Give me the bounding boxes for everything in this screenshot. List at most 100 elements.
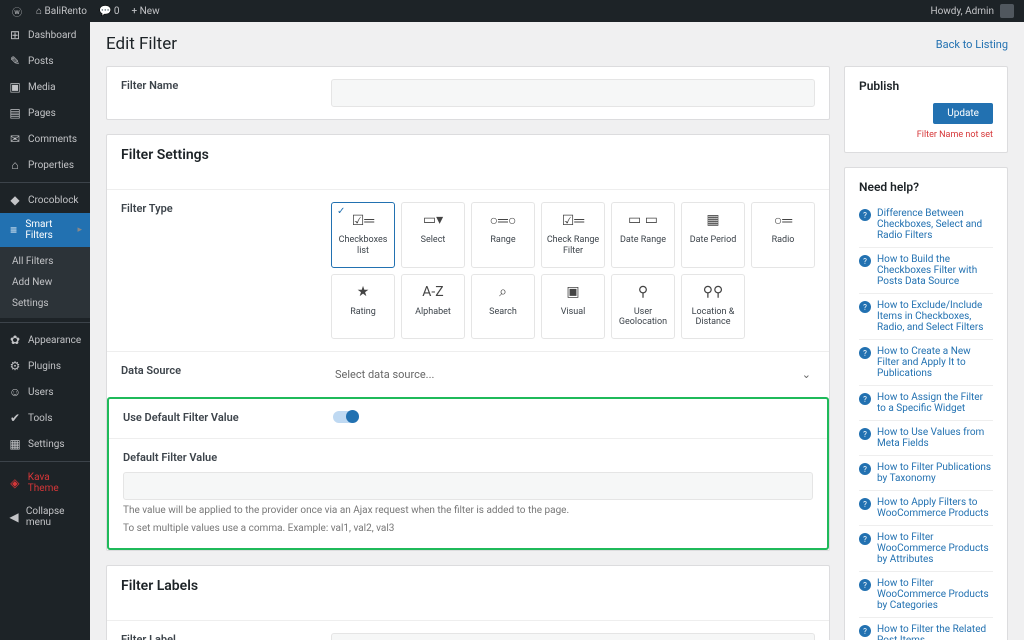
back-to-listing-link[interactable]: Back to Listing [936, 38, 1008, 51]
filter-type-visual[interactable]: ▣Visual [541, 274, 605, 340]
publish-panel: Publish Update Filter Name not set [844, 66, 1008, 153]
filter-labels-panel: Filter Labels Filter Label Active Filter… [106, 565, 830, 640]
menu-icon: ✎ [8, 54, 22, 68]
data-source-label: Data Source [121, 364, 331, 377]
menu-icon: ≡ [8, 223, 19, 237]
menu-icon: ▦ [8, 437, 22, 451]
filter-type-rating[interactable]: ★Rating [331, 274, 395, 340]
type-icon: ☑═ [352, 211, 374, 229]
filter-type-grid: ✓☑═Checkboxes list▭▾Select○═○Range☑═Chec… [331, 202, 815, 339]
type-icon: A-Z [422, 283, 443, 301]
help-link[interactable]: ?Difference Between Checkboxes, Select a… [859, 202, 993, 247]
menu-icon: ◆ [8, 193, 22, 207]
help-icon: ? [859, 301, 871, 313]
menu-icon: ▤ [8, 106, 22, 120]
filter-type-alphabet[interactable]: A-ZAlphabet [401, 274, 465, 340]
sidebar-item-media[interactable]: ▣Media [0, 74, 90, 100]
filter-type-range[interactable]: ○═○Range [471, 202, 535, 268]
page-title: Edit Filter [106, 34, 177, 54]
help-icon: ? [859, 428, 871, 440]
filter-type-location-&-distance[interactable]: ⚲⚲Location & Distance [681, 274, 745, 340]
type-icon: ⌕ [499, 283, 507, 301]
sidebar-item-posts[interactable]: ✎Posts [0, 48, 90, 74]
help-link[interactable]: ?How to Create a New Filter and Apply It… [859, 339, 993, 385]
sidebar-item-smart-filters[interactable]: ≡Smart Filters▸ [0, 213, 90, 247]
main-content: Edit Filter Back to Listing Filter Name … [90, 22, 1024, 640]
filter-labels-heading: Filter Labels [121, 578, 815, 594]
sidebar-item-settings[interactable]: ▦Settings [0, 431, 90, 457]
sidebar-item-tools[interactable]: ✔Tools [0, 405, 90, 431]
update-button[interactable]: Update [933, 103, 993, 124]
default-value-input[interactable] [123, 472, 813, 500]
type-icon: ★ [357, 283, 370, 301]
use-default-label: Use Default Filter Value [123, 411, 333, 424]
help-link[interactable]: ?How to Assign the Filter to a Specific … [859, 385, 993, 420]
filter-label-input[interactable] [331, 633, 815, 640]
type-icon: ⚲ [638, 283, 648, 301]
filter-name-panel: Filter Name [106, 66, 830, 120]
filter-type-select[interactable]: ▭▾Select [401, 202, 465, 268]
help-icon: ? [859, 209, 871, 221]
help-link[interactable]: ?How to Filter WooCommerce Products by C… [859, 571, 993, 617]
help-link[interactable]: ?How to Build the Checkboxes Filter with… [859, 247, 993, 293]
help-link[interactable]: ?How to Filter WooCommerce Products by A… [859, 525, 993, 571]
menu-icon: ⌂ [8, 158, 22, 172]
type-icon: ▦ [706, 211, 719, 229]
filter-type-date-period[interactable]: ▦Date Period [681, 202, 745, 268]
menu-icon: ☺ [8, 385, 22, 399]
filter-type-date-range[interactable]: ▭ ▭Date Range [611, 202, 675, 268]
help-link[interactable]: ?How to Apply Filters to WooCommerce Pro… [859, 490, 993, 525]
data-source-select[interactable]: Select data source... ⌄ [331, 364, 815, 385]
filter-type-search[interactable]: ⌕Search [471, 274, 535, 340]
help-heading: Need help? [859, 180, 993, 194]
default-value-help1: The value will be applied to the provide… [123, 504, 813, 518]
menu-icon: ▣ [8, 80, 22, 94]
comments-link[interactable]: 💬 0 [99, 6, 120, 17]
new-link[interactable]: + New [132, 6, 160, 17]
sidebar-item-appearance[interactable]: ✿Appearance [0, 327, 90, 353]
default-value-help2: To set multiple values use a comma. Exam… [123, 522, 813, 536]
sidebar-item-properties[interactable]: ⌂Properties [0, 152, 90, 178]
filter-type-checkboxes-list[interactable]: ✓☑═Checkboxes list [331, 202, 395, 268]
filter-type-radio[interactable]: ○═Radio [751, 202, 815, 268]
admin-sidebar: ⊞Dashboard✎Posts▣Media▤Pages✉Comments⌂Pr… [0, 22, 90, 640]
help-icon: ? [859, 533, 871, 545]
type-icon: ☑═ [562, 211, 584, 229]
filter-label-label: Filter Label [121, 633, 331, 640]
help-link[interactable]: ?How to Filter the Related Post Items [859, 617, 993, 640]
filter-type-check-range-filter[interactable]: ☑═Check Range Filter [541, 202, 605, 268]
sidebar-item-users[interactable]: ☺Users [0, 379, 90, 405]
chevron-down-icon: ⌄ [802, 368, 811, 381]
type-icon: ⚲⚲ [703, 283, 724, 301]
site-link[interactable]: ⌂ BaliRento [36, 6, 87, 17]
help-icon: ? [859, 255, 871, 267]
sidebar-item-pages[interactable]: ▤Pages [0, 100, 90, 126]
sidebar-item-crocoblock[interactable]: ◆Crocoblock [0, 187, 90, 213]
filter-settings-heading: Filter Settings [121, 147, 815, 163]
howdy-text[interactable]: Howdy, Admin [930, 6, 994, 17]
sidebar-sub-add-new[interactable]: Add New [0, 272, 90, 293]
sidebar-item-collapse-menu[interactable]: ◀Collapse menu [0, 500, 90, 534]
sidebar-sub-settings[interactable]: Settings [0, 293, 90, 314]
sidebar-sub-all-filters[interactable]: All Filters [0, 251, 90, 272]
help-link[interactable]: ?How to Use Values from Meta Fields [859, 420, 993, 455]
filter-type-user-geolocation[interactable]: ⚲User Geolocation [611, 274, 675, 340]
sidebar-item-kava-theme[interactable]: ◈Kava Theme [0, 466, 90, 500]
sidebar-item-comments[interactable]: ✉Comments [0, 126, 90, 152]
type-icon: ▭ ▭ [628, 211, 658, 229]
chevron-right-icon: ▸ [77, 225, 82, 235]
sidebar-item-plugins[interactable]: ⚙Plugins [0, 353, 90, 379]
sidebar-item-dashboard[interactable]: ⊞Dashboard [0, 22, 90, 48]
help-icon: ? [859, 463, 871, 475]
wordpress-logo-icon[interactable]: ⓦ [10, 4, 24, 18]
type-icon: ○═○ [490, 211, 517, 229]
use-default-toggle[interactable] [333, 411, 359, 423]
help-link[interactable]: ?How to Filter Publications by Taxonomy [859, 455, 993, 490]
publish-error: Filter Name not set [859, 130, 993, 140]
help-icon: ? [859, 393, 871, 405]
filter-name-input[interactable] [331, 79, 815, 107]
avatar-icon[interactable] [1000, 4, 1014, 18]
type-icon: ▭▾ [423, 211, 443, 229]
menu-icon: ✉ [8, 132, 22, 146]
help-link[interactable]: ?How to Exclude/Include Items in Checkbo… [859, 293, 993, 339]
